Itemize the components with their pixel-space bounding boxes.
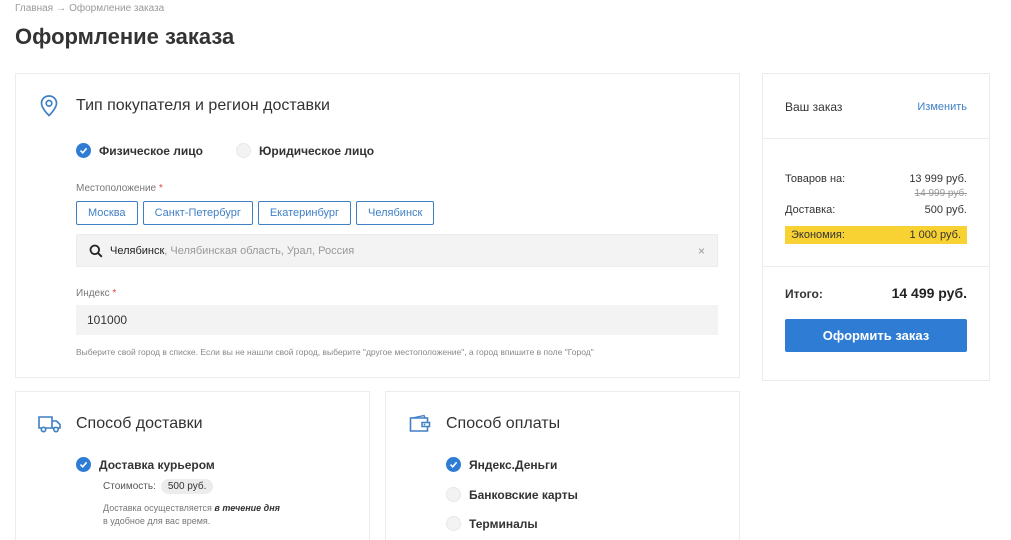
buyer-region-card: Тип покупателя и регион доставки Физичес… (15, 73, 740, 378)
location-label-text: Местоположение (76, 183, 157, 194)
total-value: 14 499 руб. (891, 285, 967, 301)
search-selected-city: Челябинск (110, 244, 165, 257)
unchecked-radio-icon (446, 516, 461, 531)
goods-line: Товаров на: 13 999 руб. (785, 173, 967, 185)
index-field[interactable] (76, 305, 718, 335)
clear-search-icon[interactable]: × (698, 244, 705, 258)
summary-title: Ваш заказ (785, 100, 843, 114)
delivery-cost-label: Стоимость: (103, 481, 156, 492)
index-label-text: Индекс (76, 288, 110, 299)
breadcrumb: Главная → Оформление заказа (15, 3, 164, 14)
location-search-input[interactable]: Челябинск, Челябинская область, Урал, Ро… (76, 234, 718, 267)
location-label: Местоположение * (76, 183, 163, 194)
city-quick-select: Москва Санкт-Петербург Екатеринбург Челя… (76, 201, 435, 225)
total-line: Итого: 14 499 руб. (785, 285, 967, 301)
city-button-saint-petersburg[interactable]: Санкт-Петербург (142, 201, 253, 225)
breadcrumb-separator: → (56, 3, 67, 14)
delivery-note: Доставка осуществляется в течение дня в … (103, 502, 280, 528)
payment-option-terminals-label: Терминалы (469, 516, 538, 531)
total-label: Итого: (785, 287, 823, 301)
checked-radio-icon (446, 457, 461, 472)
truck-icon (38, 416, 61, 433)
place-order-button[interactable]: Оформить заказ (785, 319, 967, 352)
savings-line: Экономия: 1 000 руб. (785, 226, 967, 244)
buyer-type-individual-label: Физическое лицо (99, 143, 204, 158)
delivery-note-emphasis: в течение дня (214, 503, 280, 513)
summary-divider (763, 266, 989, 267)
payment-option-terminals[interactable]: Терминалы (446, 516, 538, 531)
payment-option-bank-cards-label: Банковские карты (469, 487, 578, 502)
city-button-chelyabinsk[interactable]: Челябинск (356, 201, 435, 225)
edit-order-link[interactable]: Изменить (917, 101, 967, 113)
unchecked-radio-icon (236, 143, 251, 158)
page-title: Оформление заказа (15, 24, 235, 49)
city-button-moscow[interactable]: Москва (76, 201, 138, 225)
buyer-card-title: Тип покупателя и регион доставки (76, 97, 330, 114)
delivery-option-courier[interactable]: Доставка курьером (76, 457, 215, 472)
payment-option-yandex-money-label: Яндекс.Деньги (469, 457, 558, 472)
delivery-value: 500 руб. (924, 204, 967, 216)
savings-value: 1 000 руб. (909, 229, 961, 241)
delivery-note-text-2: в удобное для вас время. (103, 516, 211, 526)
required-mark: * (158, 183, 163, 194)
location-pin-icon (40, 95, 58, 117)
city-button-yekaterinburg[interactable]: Екатеринбург (257, 201, 352, 225)
buyer-type-individual[interactable]: Физическое лицо (76, 143, 203, 158)
location-hint: Выберите свой город в списке. Если вы не… (76, 347, 594, 357)
payment-option-yandex-money[interactable]: Яндекс.Деньги (446, 457, 557, 472)
required-mark: * (112, 288, 117, 299)
summary-divider (763, 138, 989, 139)
payment-option-bank-cards[interactable]: Банковские карты (446, 487, 578, 502)
delivery-option-courier-label: Доставка курьером (99, 457, 215, 472)
delivery-card-title: Способ доставки (76, 415, 203, 432)
savings-label: Экономия: (791, 229, 845, 241)
payment-method-card: Способ оплаты Яндекс.Деньги Банковские к… (385, 391, 740, 540)
delivery-note-text: Доставка осуществляется (103, 503, 215, 513)
goods-value: 13 999 руб. (909, 173, 967, 185)
checked-radio-icon (76, 143, 91, 158)
breadcrumb-current: Оформление заказа (69, 3, 165, 14)
index-label: Индекс * (76, 288, 116, 299)
goods-label: Товаров на: (785, 173, 846, 185)
delivery-line: Доставка: 500 руб. (785, 204, 967, 216)
unchecked-radio-icon (446, 487, 461, 502)
checked-radio-icon (76, 457, 91, 472)
search-selected-region: , Челябинская область, Урал, Россия (164, 244, 355, 257)
buyer-type-legal-entity[interactable]: Юридическое лицо (236, 143, 374, 158)
delivery-label: Доставка: (785, 204, 836, 216)
wallet-icon (409, 414, 431, 432)
delivery-cost: Стоимость: 500 руб. (103, 479, 214, 494)
goods-old-price: 14 999 руб. (914, 188, 967, 199)
breadcrumb-home-link[interactable]: Главная (15, 3, 53, 14)
buyer-type-legal-entity-label: Юридическое лицо (259, 143, 375, 158)
order-summary-card: Ваш заказ Изменить Товаров на: 13 999 ру… (762, 73, 990, 381)
delivery-method-card: Способ доставки Доставка курьером Стоимо… (15, 391, 370, 540)
search-icon (89, 244, 103, 257)
delivery-cost-badge: 500 руб. (160, 479, 214, 494)
checkout-page: Главная → Оформление заказа Оформление зак… (0, 0, 1011, 540)
payment-card-title: Способ оплаты (446, 415, 561, 432)
